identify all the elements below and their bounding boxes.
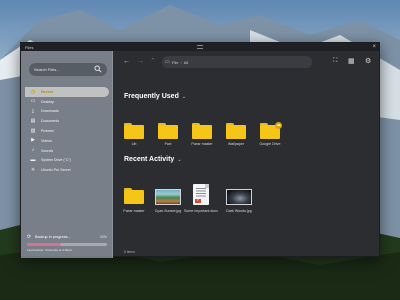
breadcrumb[interactable]: ▭ File › All bbox=[162, 56, 312, 68]
search-placeholder: Search Files... bbox=[34, 67, 60, 72]
folder-icon[interactable] bbox=[192, 123, 212, 139]
backup-percent: 43% bbox=[99, 234, 107, 239]
drive-icon: ▬ bbox=[30, 157, 36, 164]
title-bar[interactable]: Files × bbox=[21, 43, 379, 51]
breadcrumb-item[interactable]: All bbox=[184, 60, 188, 65]
sidebar-item[interactable]: ▶ Videos bbox=[25, 136, 109, 146]
sidebar-item-label: Videos bbox=[41, 138, 52, 143]
sidebar-item-label: Ubuntu Pro Server bbox=[41, 168, 71, 173]
sidebar-item[interactable]: ⟡ Ubuntu Pro Server bbox=[25, 165, 109, 175]
status-bar: 5 items bbox=[124, 250, 135, 254]
sidebar-item-label: Sounds bbox=[41, 148, 54, 153]
backup-progress-bar bbox=[27, 243, 107, 246]
item-label[interactable]: Dark Woods.jpg bbox=[219, 209, 259, 213]
sidebar-item[interactable]: ▨ Pictures bbox=[25, 126, 109, 136]
drag-handle-icon[interactable] bbox=[197, 45, 203, 49]
image-icon: ▨ bbox=[30, 127, 36, 134]
folder-icon[interactable] bbox=[226, 123, 246, 139]
main-content: Frequently Used ⌄ Lib Fwd Fwrar master Wallp… bbox=[113, 73, 381, 258]
back-arrow-icon[interactable]: ← bbox=[123, 58, 130, 65]
folder-icon[interactable] bbox=[124, 188, 144, 204]
sidebar-item[interactable]: ◷ Recent bbox=[25, 87, 109, 97]
sidebar-item-label: Recent bbox=[41, 89, 53, 94]
document-icon[interactable]: P bbox=[193, 184, 209, 205]
desktop-icon: ▭ bbox=[30, 98, 36, 105]
image-thumbnail[interactable] bbox=[226, 189, 252, 205]
backup-subtext: Last backup: Yesterday at 4:00pm bbox=[27, 248, 73, 252]
search-icon[interactable] bbox=[94, 65, 102, 73]
sidebar-item-label: Documents bbox=[41, 119, 60, 124]
window-title: Files bbox=[25, 44, 34, 50]
folder-icon[interactable] bbox=[158, 123, 178, 139]
folder-path-icon: ▭ bbox=[165, 58, 170, 65]
cloud-icon: ☁ bbox=[275, 122, 282, 129]
sidebar-item-label: Desktop bbox=[41, 99, 55, 104]
backup-progress-fill bbox=[27, 243, 62, 246]
image-thumbnail[interactable] bbox=[155, 189, 181, 205]
document-icon: ▤ bbox=[30, 117, 36, 124]
item-label[interactable]: Google Drive bbox=[250, 142, 290, 146]
section-frequently-used[interactable]: Frequently Used ⌄ bbox=[124, 93, 186, 100]
grid-view-icon[interactable]: ▦ bbox=[348, 58, 355, 65]
sidebar: Search Files... ◷ Recent ▭ Desktop ⤓ Download… bbox=[21, 51, 113, 258]
screenshot-icon[interactable]: ⛶ bbox=[333, 58, 337, 65]
item-label[interactable]: Some important.docx bbox=[181, 209, 221, 213]
section-title-frequently-used: Frequently Used bbox=[124, 93, 179, 100]
clock-icon: ◷ bbox=[30, 88, 36, 95]
breadcrumb-separator: › bbox=[180, 60, 182, 65]
backup-icon: ⟳ bbox=[27, 234, 32, 240]
sidebar-item[interactable]: ⤓ Downloads bbox=[25, 107, 109, 117]
music-icon: ♪ bbox=[31, 147, 35, 154]
sidebar-item-label: System Drive ("C") bbox=[41, 158, 71, 163]
breadcrumb-item[interactable]: File bbox=[172, 60, 178, 65]
sidebar-item-label: Pictures bbox=[41, 128, 54, 133]
server-icon: ⟡ bbox=[31, 166, 35, 173]
folder-icon[interactable]: ☁ bbox=[260, 122, 282, 139]
folder-icon[interactable] bbox=[124, 123, 144, 139]
up-icon[interactable]: ⌃ bbox=[150, 58, 156, 65]
toolbar: ← → ⌃ ▭ File › All ⛶ ▦ ⚙ bbox=[113, 51, 381, 73]
file-manager-window: Files × Search Files... ◷ Recent ▭ Desktop ⤓… bbox=[20, 42, 381, 258]
chevron-down-icon[interactable]: ⌄ bbox=[182, 94, 186, 100]
search-input[interactable]: Search Files... bbox=[29, 63, 107, 76]
section-title-recent-activity: Recent Activity bbox=[124, 156, 175, 163]
chevron-down-icon[interactable]: ⌄ bbox=[177, 157, 181, 163]
backup-label: Backup in progress... bbox=[35, 234, 71, 239]
video-icon: ▶ bbox=[31, 137, 35, 144]
sidebar-item[interactable]: ♪ Sounds bbox=[25, 146, 109, 156]
settings-icon[interactable]: ⚙ bbox=[365, 58, 371, 65]
sidebar-item[interactable]: ▭ Desktop bbox=[25, 97, 109, 107]
sidebar-item[interactable]: ▤ Documents bbox=[25, 116, 109, 126]
sidebar-item-label: Downloads bbox=[41, 109, 59, 114]
close-icon[interactable]: × bbox=[372, 44, 376, 50]
sidebar-item[interactable]: ▬ System Drive ("C") bbox=[25, 156, 109, 166]
download-icon: ⤓ bbox=[31, 108, 35, 115]
section-recent-activity[interactable]: Recent Activity ⌄ bbox=[124, 156, 182, 163]
forward-arrow-icon[interactable]: → bbox=[137, 58, 144, 65]
sidebar-nav: ◷ Recent ▭ Desktop ⤓ Downloads ▤ Documents ▨ Pict… bbox=[25, 87, 109, 175]
